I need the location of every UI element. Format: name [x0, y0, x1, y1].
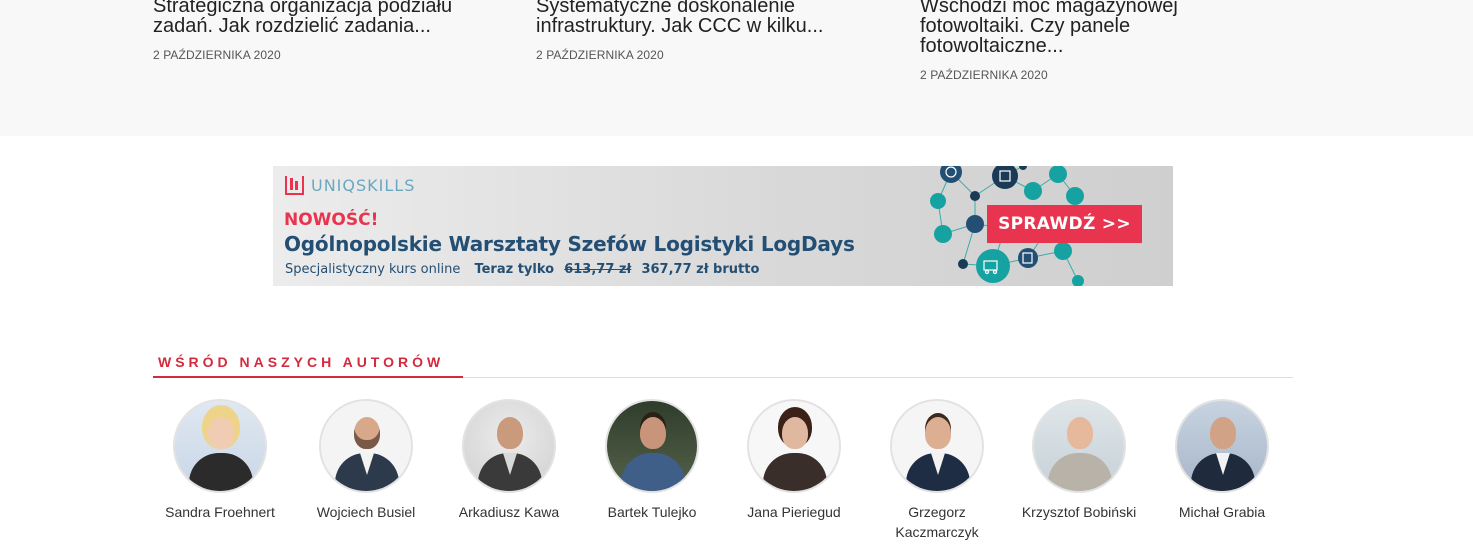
uniqskills-logo-icon	[285, 176, 304, 195]
banner-subtitle: Specjalistyczny kurs online Teraz tylko …	[285, 262, 759, 277]
author-avatar[interactable]	[890, 399, 984, 493]
author-card[interactable]: Jana Pieriegud	[724, 399, 864, 522]
author-name[interactable]: Michał Grabia	[1152, 502, 1292, 522]
banner-heading: Ogólnopolskie Warsztaty Szefów Logistyki…	[284, 232, 855, 256]
article-date: 2 PAŹDZIERNIKA 2020	[920, 68, 1048, 82]
author-name[interactable]: Krzysztof Bobiński	[1009, 502, 1149, 522]
author-name[interactable]: Grzegorz Kaczmarczyk	[867, 502, 1007, 542]
banner-new-price: 367,77 zł brutto	[641, 262, 760, 277]
author-avatar[interactable]	[462, 399, 556, 493]
author-name[interactable]: Jana Pieriegud	[724, 502, 864, 522]
author-name[interactable]: Bartek Tulejko	[582, 502, 722, 522]
author-card[interactable]: Krzysztof Bobiński	[1009, 399, 1149, 522]
author-card[interactable]: Wojciech Busiel	[296, 399, 436, 522]
author-avatar[interactable]	[319, 399, 413, 493]
article-title[interactable]: Systematyczne doskonalenie infrastruktur…	[536, 0, 866, 36]
author-avatar[interactable]	[747, 399, 841, 493]
author-card[interactable]: Sandra Froehnert	[150, 399, 290, 522]
author-name[interactable]: Wojciech Busiel	[296, 502, 436, 522]
author-name[interactable]: Sandra Froehnert	[150, 502, 290, 522]
article-card[interactable]: Strategiczna organizacja podziału zadań.…	[153, 0, 483, 62]
banner-new-label: NOWOŚĆ!	[284, 210, 379, 230]
author-card[interactable]: Grzegorz Kaczmarczyk	[867, 399, 1007, 542]
banner-cta-button[interactable]: SPRAWDŹ >>	[987, 205, 1142, 243]
banner-price-lead: Teraz tylko	[474, 262, 555, 277]
author-card[interactable]: Arkadiusz Kawa	[439, 399, 579, 522]
logdays-ad-banner[interactable]: UNIQSKILLS NOWOŚĆ! Ogólnopolskie Warszta…	[273, 166, 1173, 286]
authors-section-title: WŚRÓD NASZYCH AUTORÓW	[158, 354, 445, 370]
author-name[interactable]: Arkadiusz Kawa	[439, 502, 579, 522]
author-card[interactable]: Bartek Tulejko	[582, 399, 722, 522]
article-date: 2 PAŹDZIERNIKA 2020	[536, 48, 664, 62]
author-card[interactable]: Michał Grabia	[1152, 399, 1292, 522]
related-articles-band: Strategiczna organizacja podziału zadań.…	[0, 0, 1473, 136]
article-card[interactable]: Wschodzi moc magazynowej fotowoltaiki. C…	[920, 0, 1195, 82]
author-avatar[interactable]	[173, 399, 267, 493]
article-title[interactable]: Strategiczna organizacja podziału zadań.…	[153, 0, 483, 36]
author-avatar[interactable]	[1175, 399, 1269, 493]
uniqskills-logo: UNIQSKILLS	[285, 176, 415, 195]
author-avatar[interactable]	[1032, 399, 1126, 493]
banner-old-price: 613,77 zł	[564, 262, 632, 277]
article-title[interactable]: Wschodzi moc magazynowej fotowoltaiki. C…	[920, 0, 1195, 56]
banner-subtitle-text: Specjalistyczny kurs online	[285, 262, 461, 277]
article-date: 2 PAŹDZIERNIKA 2020	[153, 48, 281, 62]
article-card[interactable]: Systematyczne doskonalenie infrastruktur…	[536, 0, 866, 62]
authors-title-underline	[153, 376, 463, 378]
author-avatar[interactable]	[605, 399, 699, 493]
authors-section-header: WŚRÓD NASZYCH AUTORÓW	[153, 352, 1293, 378]
